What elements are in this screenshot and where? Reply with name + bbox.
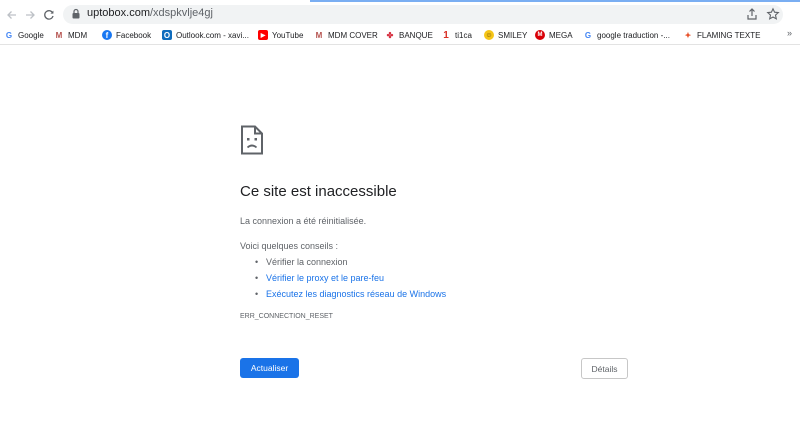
forward-icon	[26, 11, 35, 19]
error-page: Ce site est inaccessible La connexion a …	[0, 45, 800, 442]
bookmark-label: Google	[18, 30, 44, 40]
bookmark-facebook[interactable]: f Facebook	[102, 28, 151, 42]
error-code: ERR_CONNECTION_RESET	[240, 313, 333, 320]
bookmark-label: ti1ca	[455, 30, 472, 40]
address-url[interactable]: uptobox.com/xdspkvlje4gj	[87, 7, 213, 19]
browser-toolbar: uptobox.com/xdspkvlje4gj	[0, 2, 800, 26]
bookmark-google[interactable]: G Google	[4, 28, 44, 42]
tip-check-connection: Vérifier la connexion	[255, 257, 446, 273]
bookmark-label: MDM	[68, 30, 88, 40]
sad-page-icon	[241, 125, 263, 155]
smiley-icon: ☺	[484, 30, 494, 40]
back-icon	[7, 11, 16, 19]
bookmark-label: Facebook	[116, 30, 152, 40]
url-path: /xdspkvlje4gj	[149, 7, 213, 19]
bookmark-flaming-texte[interactable]: ✦ FLAMING TEXTE	[683, 28, 761, 42]
bookmark-google-traduction[interactable]: Ggoogle traduction -...	[583, 28, 670, 42]
facebook-icon: f	[102, 30, 112, 40]
bookmark-smiley[interactable]: ☺ SMILEY	[484, 28, 527, 42]
google-icon: G	[5, 30, 13, 40]
tip-check-proxy-link[interactable]: Vérifier le proxy et le pare-feu	[255, 273, 446, 289]
bookmark-outlook[interactable]: O Outlook.com - xavi...	[162, 28, 249, 42]
bookmark-label: MDM COVER	[328, 30, 378, 40]
banque-icon: ✤	[386, 30, 394, 40]
bookmark-label: BANQUE	[399, 30, 433, 40]
share-icon[interactable]	[745, 7, 759, 21]
bookmarks-bar: G Google M MDM f Facebook O Outlook.com - xa…	[0, 26, 800, 45]
error-subtitle: La connexion a été réinitialisée.	[240, 216, 367, 226]
bookmark-banque[interactable]: ✤ BANQUE	[385, 28, 433, 42]
outlook-icon: O	[162, 30, 172, 40]
bookmark-mega[interactable]: M MEGA	[535, 28, 573, 42]
youtube-icon: ▶	[258, 30, 268, 40]
mdm-icon: M	[55, 30, 63, 40]
ti1ca-icon: 1	[443, 29, 449, 41]
url-host: uptobox.com	[87, 7, 150, 19]
reload-icon	[44, 10, 54, 20]
flame-icon: ✦	[684, 30, 692, 40]
bookmark-label: Outlook.com - xavi...	[176, 30, 249, 40]
star-icon[interactable]	[766, 7, 780, 21]
tips-list: Vérifier la connexion Vérifier le proxy …	[255, 257, 446, 305]
mega-icon: M	[535, 30, 545, 40]
bookmark-label: MEGA	[549, 30, 573, 40]
bookmark-label: FLAMING TEXTE	[697, 30, 761, 40]
lock-icon[interactable]	[69, 7, 83, 21]
address-bar[interactable]: uptobox.com/xdspkvlje4gj	[63, 5, 783, 24]
bookmark-label: google traduction -...	[597, 30, 670, 40]
reload-button[interactable]	[38, 4, 60, 26]
bookmark-mdm[interactable]: M MDM	[54, 28, 87, 42]
tips-label: Voici quelques conseils :	[240, 241, 339, 251]
tip-network-diagnostics-link[interactable]: Exécutez les diagnostics réseau de Windo…	[255, 289, 446, 305]
bookmark-label: YouTube	[272, 30, 304, 40]
google-icon: G	[584, 30, 592, 40]
details-button[interactable]: Détails	[581, 358, 628, 379]
reload-page-button[interactable]: Actualiser	[240, 358, 299, 378]
bookmark-label: SMILEY	[498, 30, 528, 40]
bookmark-youtube[interactable]: ▶ YouTube	[258, 28, 303, 42]
bookmark-mdm-cover[interactable]: M MDM COVER	[314, 28, 378, 42]
bookmarks-more-button[interactable]: »	[787, 28, 792, 38]
bookmark-ti1ca[interactable]: 1 ti1ca	[441, 28, 472, 42]
error-title: Ce site est inaccessible	[240, 183, 397, 200]
mdm-cover-icon: M	[315, 30, 323, 40]
